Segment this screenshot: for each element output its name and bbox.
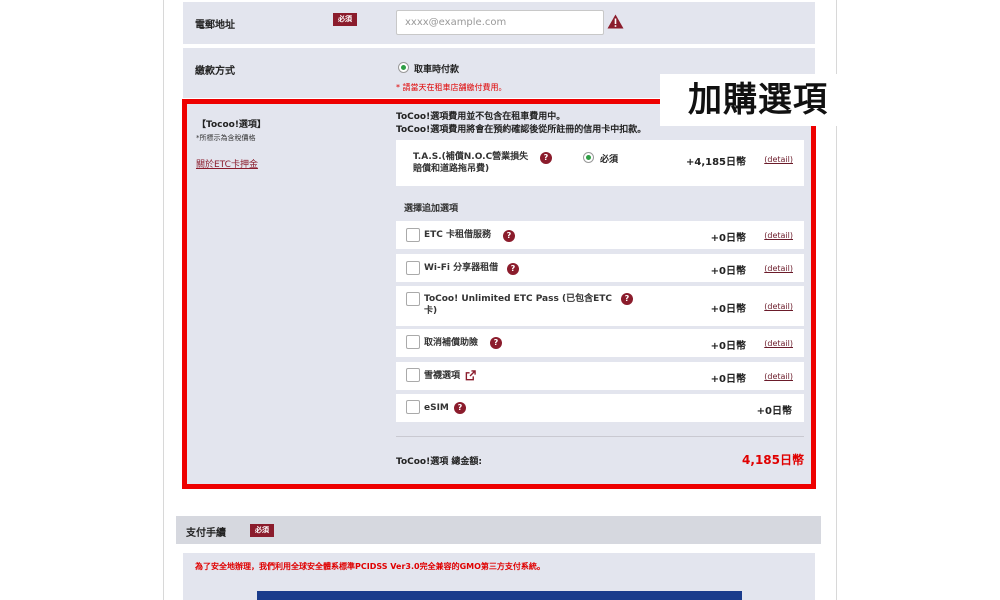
snow-socks-checkbox[interactable] (406, 368, 420, 382)
email-label: 電郵地址 (195, 20, 235, 31)
option-name: 雪襪選項 (424, 371, 461, 381)
email-field[interactable] (396, 10, 604, 35)
pay-at-pickup-label[interactable]: 取車時付款 (414, 62, 459, 75)
option-name: ETC 卡租借服務 (424, 230, 492, 240)
help-icon[interactable]: ? (503, 230, 515, 242)
option-wifi: Wi-Fi 分享器租借 ? +0日幣 (detail) (396, 254, 804, 282)
option-price: +0日幣 (710, 341, 746, 352)
detail-link[interactable]: (detail) (764, 264, 793, 273)
payment-title: 支付手續 (186, 528, 226, 539)
option-price: +0日幣 (710, 233, 746, 244)
divider (396, 436, 804, 437)
tas-option: T.A.S.(補償N.O.C營業損失 賠償和道路拖吊費) ? 必須 +4,185… (396, 140, 804, 186)
option-price: +0日幣 (710, 266, 746, 277)
help-icon[interactable]: ? (507, 263, 519, 275)
option-price: +0日幣 (710, 374, 746, 385)
payment-frame[interactable] (257, 591, 742, 600)
tas-required-label: 必須 (600, 155, 619, 165)
tas-detail-link[interactable]: (detail) (764, 155, 793, 164)
help-icon[interactable]: ? (490, 337, 502, 349)
option-etc-card: ETC 卡租借服務 ? +0日幣 (detail) (396, 221, 804, 249)
tas-required-radio[interactable] (583, 152, 594, 163)
options-section-title: 【Tocoo!選項】 (197, 120, 266, 130)
option-price: +0日幣 (756, 406, 792, 417)
etc-deposit-link[interactable]: 關於ETC卡押金 (196, 157, 258, 170)
tax-note: *所標示為含稅價格 (196, 134, 256, 142)
help-icon[interactable]: ? (454, 402, 466, 414)
etc-card-checkbox[interactable] (406, 228, 420, 242)
option-name: 取消補償助險 (424, 338, 479, 348)
help-icon[interactable]: ? (621, 293, 633, 305)
option-snow-socks: 雪襪選項 +0日幣 (detail) (396, 362, 804, 390)
option-price: +0日幣 (710, 304, 746, 315)
required-badge: 必須 (250, 524, 274, 537)
detail-link[interactable]: (detail) (764, 339, 793, 348)
tas-name-line2: 賠償和道路拖吊費) (413, 164, 490, 174)
payment-security-note: 為了安全地辦理，我們利用全球安全體系標準PCIDSS Ver3.0完全兼容的GM… (195, 562, 545, 571)
wifi-checkbox[interactable] (406, 261, 420, 275)
pay-at-pickup-radio[interactable] (398, 62, 409, 73)
option-name-line2: 卡) (424, 306, 438, 316)
detail-link[interactable]: (detail) (764, 302, 793, 311)
option-unlimited-etc-pass: ToCoo! Unlimited ETC Pass (已包含ETC 卡) ? +… (396, 286, 804, 326)
detail-link[interactable]: (detail) (764, 372, 793, 381)
help-icon[interactable]: ? (540, 152, 552, 164)
option-name: eSIM (424, 403, 449, 413)
options-total-value: 4,185日幣 (742, 453, 804, 467)
option-esim: eSIM ? +0日幣 (396, 394, 804, 422)
tas-price: +4,185日幣 (685, 157, 746, 168)
option-name-line1: ToCoo! Unlimited ETC Pass (已包含ETC (424, 294, 612, 304)
option-cancellation-insurance: 取消補償助險 ? +0日幣 (detail) (396, 329, 804, 357)
tas-name-line1: T.A.S.(補償N.O.C營業損失 (413, 152, 529, 162)
cancellation-checkbox[interactable] (406, 335, 420, 349)
external-link-icon[interactable] (465, 370, 476, 381)
detail-link[interactable]: (detail) (764, 231, 793, 240)
warning-icon (607, 14, 624, 29)
options-intro-line1: ToCoo!選項費用並不包含在租車費用中。 (396, 112, 566, 122)
etc-pass-checkbox[interactable] (406, 292, 420, 306)
choose-options-heading: 選擇追加選項 (404, 204, 459, 214)
payment-method-label: 繳款方式 (195, 66, 235, 77)
payment-header: 支付手續 必須 (176, 516, 821, 544)
option-name: Wi-Fi 分享器租借 (424, 263, 499, 273)
options-intro-line2: ToCoo!選項費用將會在預約確認後從所註冊的信用卡中扣款。 (396, 125, 647, 135)
callout-label: 加購選項 (660, 74, 856, 126)
required-badge: 必須 (333, 13, 357, 26)
esim-checkbox[interactable] (406, 400, 420, 414)
payment-note: * 請當天在租車店舗繳付費用。 (396, 83, 507, 92)
options-total-label: ToCoo!選項 總金額: (396, 457, 482, 467)
